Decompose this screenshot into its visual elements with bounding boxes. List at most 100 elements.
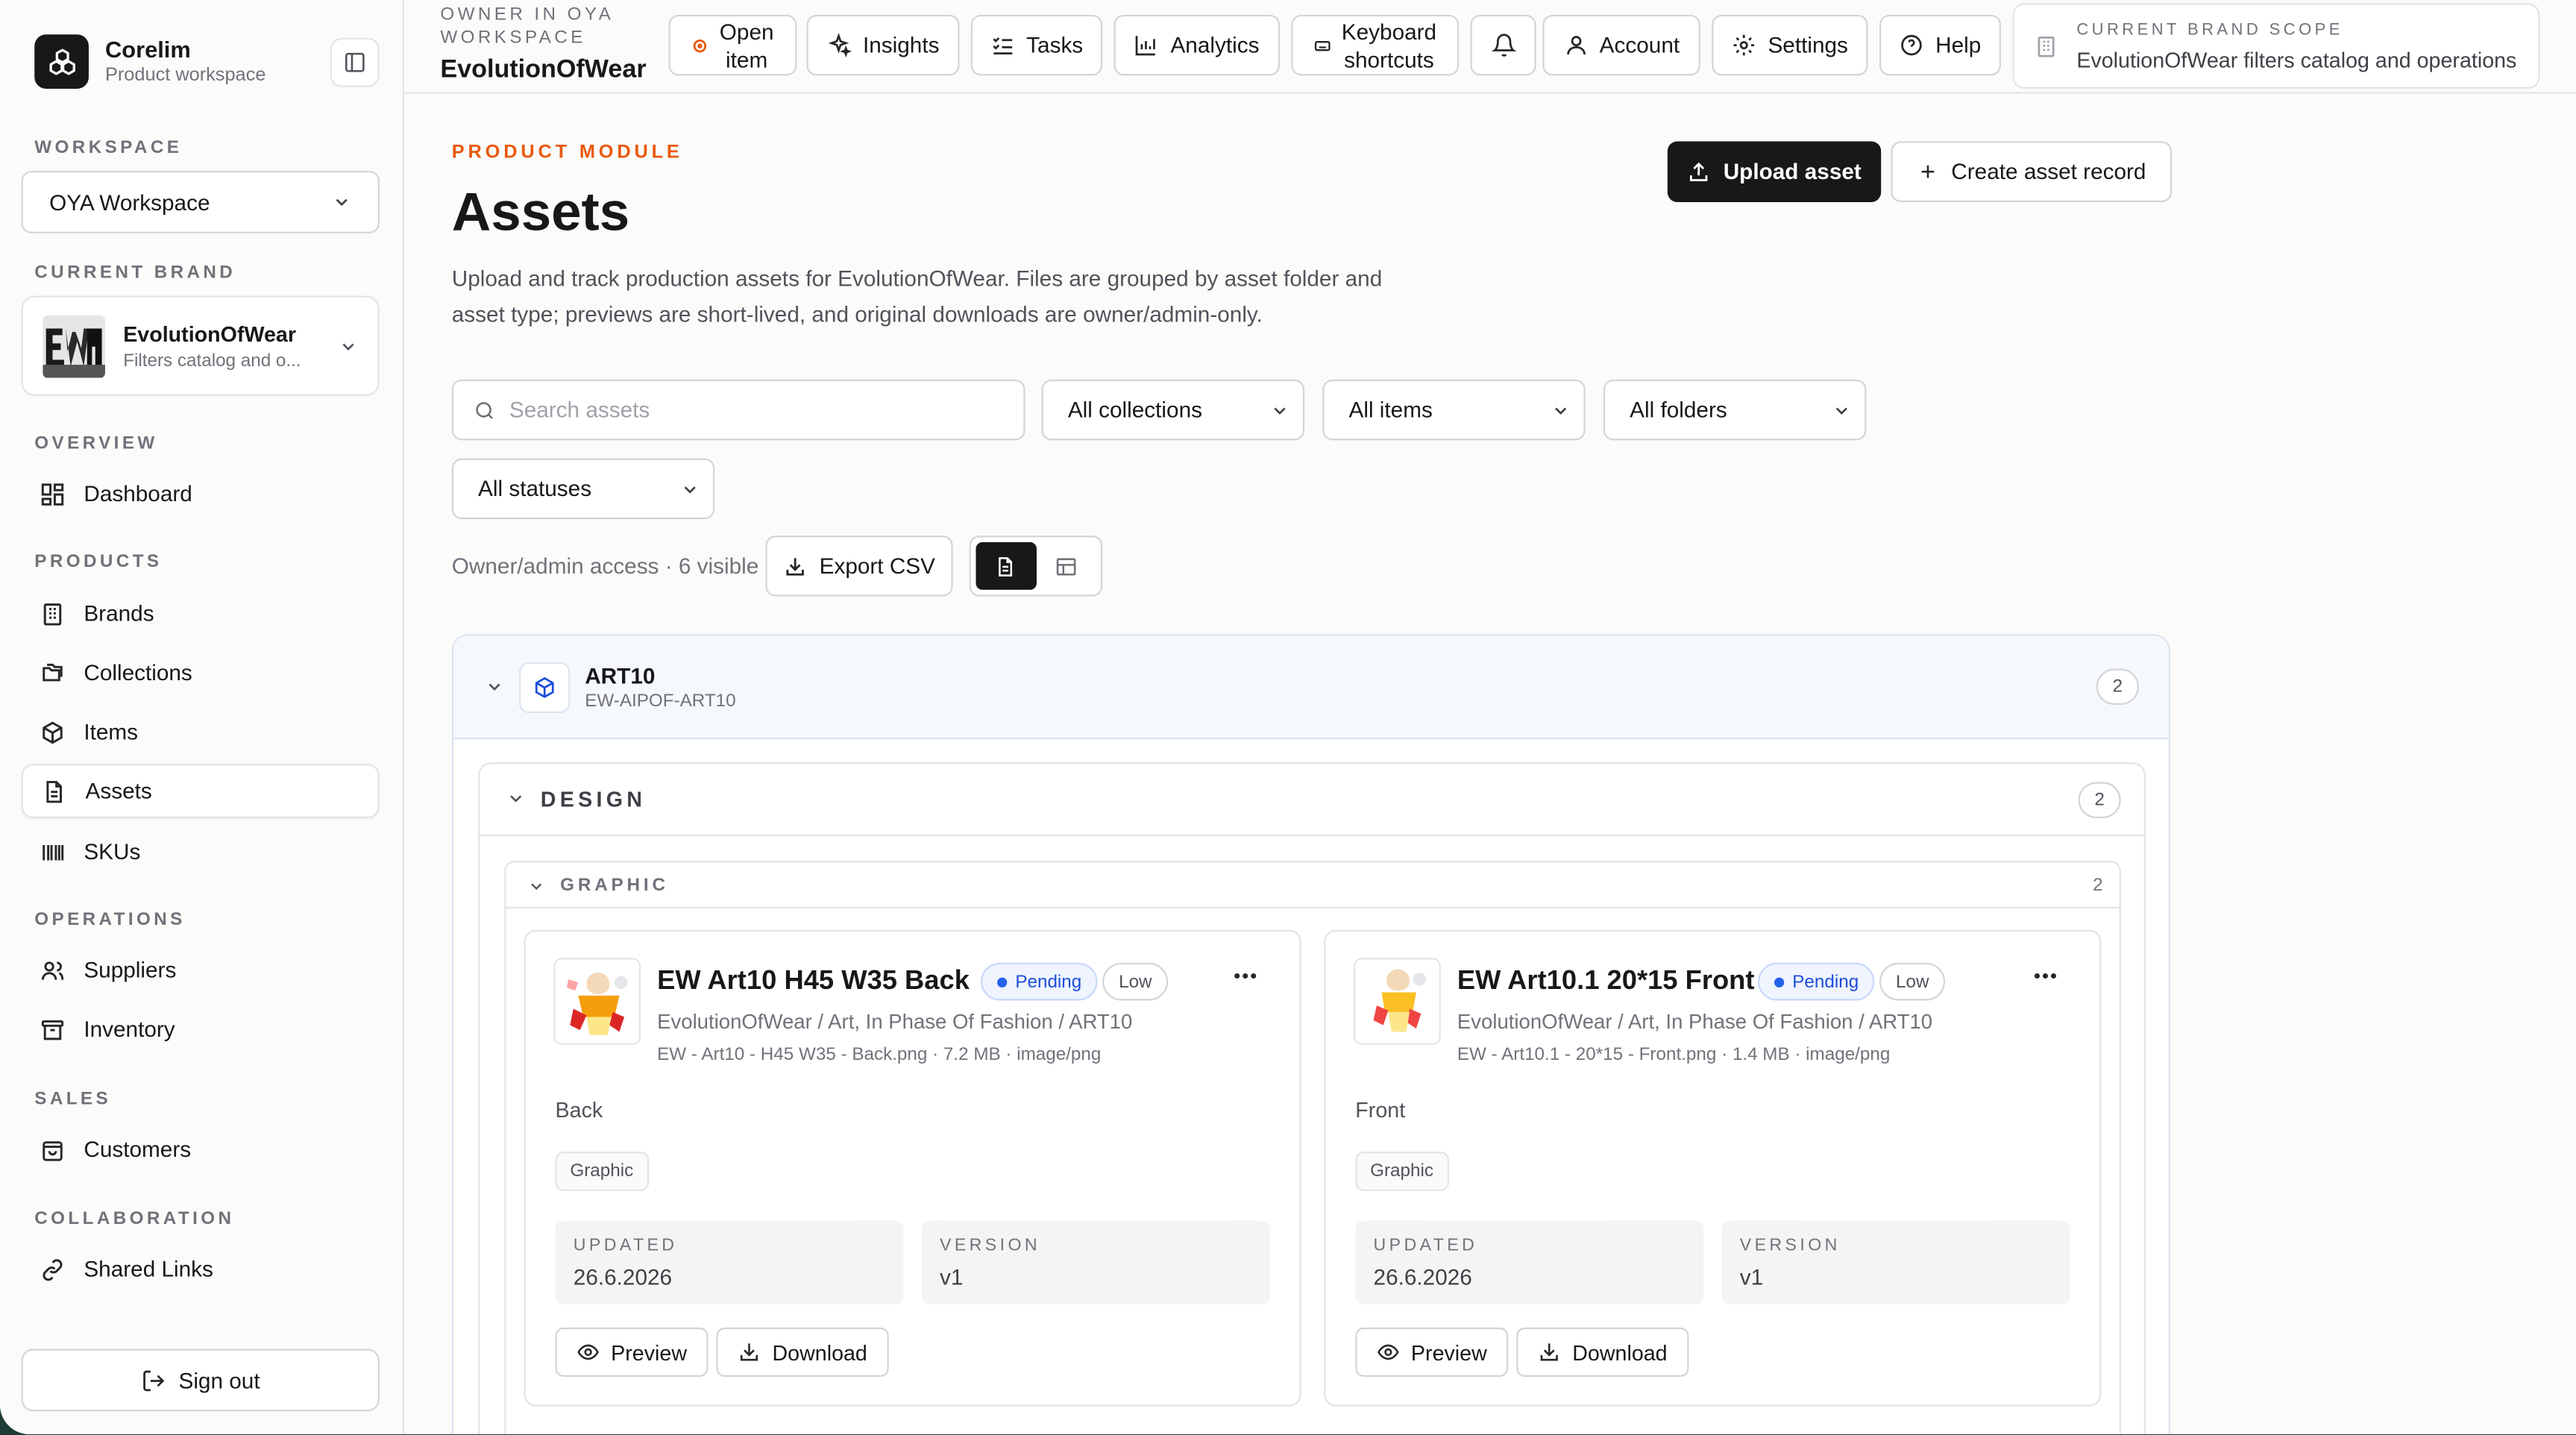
card-view-button[interactable] <box>976 541 1036 590</box>
sidebar-item-label: Shared Links <box>84 1257 213 1282</box>
asset-type-count: 2 <box>2093 876 2103 896</box>
status-label: Pending <box>1792 971 1859 992</box>
section-products: PRODUCTS <box>34 552 163 572</box>
sidebar-item-suppliers[interactable]: Suppliers <box>22 943 380 997</box>
preview-button[interactable]: Preview <box>555 1327 709 1377</box>
create-asset-record-label: Create asset record <box>1951 159 2146 184</box>
export-csv-button[interactable]: Export CSV <box>765 536 953 597</box>
sidebar: Corelim Product workspace WORKSPACE OYA … <box>0 0 404 1435</box>
brand-description: Filters catalog and o... <box>123 351 301 371</box>
sign-out-button[interactable]: Sign out <box>21 1348 380 1412</box>
folders-filter-value: All folders <box>1630 398 1727 423</box>
asset-type-header[interactable]: GRAPHIC 2 <box>506 862 2120 909</box>
asset-card: EW Art10.1 20*15 Front Pending Low Evolu… <box>1324 929 2102 1407</box>
download-button[interactable]: Download <box>716 1327 889 1377</box>
search-field[interactable] <box>451 379 1025 441</box>
asset-path: EvolutionOfWear / Art, In Phase Of Fashi… <box>1457 1010 1933 1034</box>
asset-note: Front <box>1355 1097 1406 1122</box>
workspace-value: OYA Workspace <box>49 189 210 215</box>
search-input[interactable] <box>509 398 1002 423</box>
collections-filter-select[interactable]: All collections <box>1041 379 1305 441</box>
app-logo[interactable] <box>34 34 89 89</box>
asset-path: EvolutionOfWear / Art, In Phase Of Fashi… <box>657 1010 1133 1034</box>
chevron-down-icon <box>342 342 354 350</box>
list-checks-icon <box>992 37 1012 54</box>
sidebar-item-skus[interactable]: SKUs <box>22 825 380 879</box>
section-operations: OPERATIONS <box>34 910 186 930</box>
chevron-down-icon[interactable] <box>506 788 525 808</box>
workspace-select[interactable]: OYA Workspace <box>21 171 380 233</box>
asset-title[interactable]: EW Art10.1 20*15 Front <box>1457 966 1755 997</box>
package-icon <box>535 676 554 698</box>
keyboard-shortcuts-button[interactable]: Keyboard shortcuts <box>1291 14 1460 76</box>
owner-label: OWNER IN OYA WORKSPACE <box>440 4 613 48</box>
sidebar-item-assets[interactable]: Assets <box>21 764 380 818</box>
settings-button[interactable]: Settings <box>1712 14 1868 76</box>
app-subtitle: Product workspace <box>104 66 266 86</box>
collapse-sidebar-button[interactable] <box>330 37 380 87</box>
table-view-button[interactable] <box>1036 542 1096 590</box>
sidebar-item-shared-links[interactable]: Shared Links <box>22 1242 380 1296</box>
preview-button[interactable]: Preview <box>1355 1327 1509 1377</box>
version-label: VERSION <box>940 1235 1040 1255</box>
sidebar-item-brands[interactable]: Brands <box>22 586 380 641</box>
preview-label: Preview <box>611 1340 688 1365</box>
more-options-icon[interactable] <box>2034 973 2057 979</box>
items-filter-select[interactable]: All items <box>1322 379 1586 441</box>
settings-label: Settings <box>1768 33 1848 58</box>
create-asset-record-button[interactable]: Create asset record <box>1891 141 2173 202</box>
package-icon <box>43 720 63 744</box>
preview-label: Preview <box>1410 1340 1487 1365</box>
download-icon <box>785 557 804 575</box>
sidebar-item-label: Collections <box>84 660 192 685</box>
app-window: Corelim Product workspace WORKSPACE OYA … <box>0 0 2576 1435</box>
collections-filter-value: All collections <box>1067 398 1203 423</box>
chevron-down-icon[interactable] <box>485 677 504 697</box>
upload-asset-button[interactable]: Upload asset <box>1667 141 1882 202</box>
asset-thumbnail[interactable] <box>553 958 641 1045</box>
analytics-button[interactable]: Analytics <box>1113 14 1280 76</box>
sparkles-icon <box>829 33 852 57</box>
file-text-icon <box>46 779 62 803</box>
sidebar-item-inventory[interactable]: Inventory <box>22 1002 380 1057</box>
asset-card: EW Art10 H45 W35 Back Pending Low Evolut… <box>524 929 1301 1407</box>
status-badge: Pending <box>1757 962 1876 1001</box>
sidebar-item-label: Assets <box>85 779 152 804</box>
page-description: Upload and track production assets for E… <box>451 266 1383 327</box>
sidebar-item-collections[interactable]: Collections <box>22 646 380 700</box>
module-eyebrow: PRODUCT MODULE <box>451 142 683 163</box>
help-button[interactable]: Help <box>1879 14 2002 76</box>
open-item-button[interactable]: Open item <box>668 14 797 76</box>
tasks-button[interactable]: Tasks <box>970 14 1103 76</box>
chevron-down-icon <box>1274 406 1286 414</box>
notifications-button[interactable] <box>1470 14 1536 76</box>
sidebar-item-label: Items <box>84 719 139 744</box>
app-name: Corelim <box>104 36 191 63</box>
more-options-icon[interactable] <box>1234 973 1257 979</box>
asset-thumbnail[interactable] <box>1354 958 1441 1045</box>
folders-filter-select[interactable]: All folders <box>1603 379 1867 441</box>
plus-icon <box>1921 165 1934 178</box>
upload-asset-label: Upload asset <box>1723 159 1862 184</box>
brand-switcher[interactable]: EvolutionOfWear Filters catalog and o... <box>21 295 380 396</box>
account-label: Account <box>1599 33 1680 58</box>
chevron-down-icon[interactable] <box>527 877 545 895</box>
asset-title[interactable]: EW Art10 H45 W35 Back <box>657 966 970 997</box>
view-mode-toggle <box>969 536 1103 597</box>
tasks-label: Tasks <box>1026 33 1084 58</box>
asset-type-graphic: GRAPHIC 2 EW Art10 H45 W35 Back Pending … <box>504 861 2121 1435</box>
insights-button[interactable]: Insights <box>806 14 960 76</box>
folder-header[interactable]: DESIGN 2 <box>480 764 2144 837</box>
account-button[interactable]: Account <box>1542 14 1700 76</box>
folders-icon <box>43 662 63 681</box>
statuses-filter-select[interactable]: All statuses <box>451 458 715 520</box>
item-group-count: 2 <box>2096 668 2140 706</box>
sidebar-item-items[interactable]: Items <box>22 705 380 759</box>
sidebar-item-customers[interactable]: Customers <box>22 1122 380 1177</box>
item-group-header[interactable]: ART10 EW-AIPOF-ART10 2 <box>453 635 2169 740</box>
brand-name: EvolutionOfWear <box>123 321 296 346</box>
barcode-icon <box>43 844 64 860</box>
insights-label: Insights <box>862 33 940 58</box>
sidebar-item-dashboard[interactable]: Dashboard <box>22 467 380 521</box>
download-button[interactable]: Download <box>1516 1327 1689 1377</box>
